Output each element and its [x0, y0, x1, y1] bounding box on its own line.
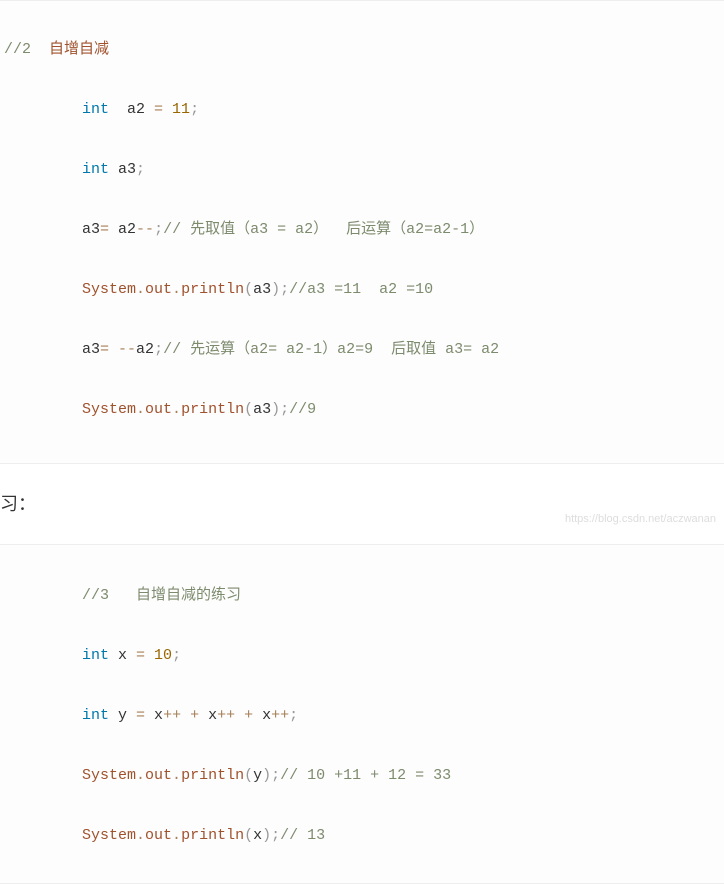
comment: // 13 — [280, 827, 325, 844]
op-decrement: -- — [136, 221, 154, 238]
var-a2: a2 — [136, 341, 154, 358]
dot: . — [172, 281, 181, 298]
rparen: ) — [262, 767, 271, 784]
semicolon: ; — [280, 281, 289, 298]
lparen: ( — [244, 767, 253, 784]
var-x: x — [262, 707, 271, 724]
comment: //2 — [4, 41, 31, 58]
lparen: ( — [244, 401, 253, 418]
keyword-int: int — [82, 101, 109, 118]
code-block-2: //3 自增自减的练习 int x = 10; int y = x++ + x+… — [0, 544, 724, 884]
class-system: System — [82, 767, 136, 784]
comment: // 10 +11 + 12 = 33 — [280, 767, 451, 784]
op-increment: ++ — [271, 707, 289, 724]
var-x: x — [109, 647, 136, 664]
var-a2: a2 — [118, 221, 136, 238]
comment: // 先取值（a3 = a2） 后运算（a2=a2-1） — [163, 221, 484, 238]
semicolon: ; — [172, 647, 181, 664]
comment: // 先运算（a2= a2-1）a2=9 后取值 a3= a2 — [163, 341, 499, 358]
keyword-int: int — [82, 161, 109, 178]
rparen: ) — [271, 401, 280, 418]
op-assign: = — [100, 341, 118, 358]
dot: . — [172, 767, 181, 784]
var-x: x — [208, 707, 217, 724]
semicolon: ; — [280, 401, 289, 418]
keyword-int: int — [82, 707, 109, 724]
var-a3: a3 — [82, 341, 100, 358]
field-out: out — [145, 401, 172, 418]
dot: . — [172, 827, 181, 844]
dot: . — [136, 827, 145, 844]
arg-y: y — [253, 767, 262, 784]
dot: . — [136, 281, 145, 298]
comment-text: 自增自减 — [31, 41, 109, 58]
rparen: ) — [271, 281, 280, 298]
class-system: System — [82, 827, 136, 844]
field-out: out — [145, 281, 172, 298]
num-11: 11 — [163, 101, 190, 118]
semicolon: ; — [271, 827, 280, 844]
var-a2: a2 — [109, 101, 154, 118]
comment: //9 — [289, 401, 316, 418]
var-x: x — [145, 707, 163, 724]
code-block-1: //2 自增自减 int a2 = 11; int a3; a3= a2--;/… — [0, 0, 724, 464]
num-10: 10 — [145, 647, 172, 664]
method-println: println — [181, 767, 244, 784]
comment: //a3 =11 a2 =10 — [289, 281, 433, 298]
method-println: println — [181, 281, 244, 298]
op-inc-plus: ++ + — [217, 707, 262, 724]
rparen: ) — [262, 827, 271, 844]
lparen: ( — [244, 281, 253, 298]
op-decrement: -- — [118, 341, 136, 358]
semicolon: ; — [190, 101, 199, 118]
comment: //3 自增自减的练习 — [82, 587, 241, 604]
op-inc-plus: ++ + — [163, 707, 208, 724]
var-y: y — [109, 707, 136, 724]
arg-x: x — [253, 827, 262, 844]
semicolon: ; — [154, 221, 163, 238]
arg-a3: a3 — [253, 401, 271, 418]
semicolon: ; — [136, 161, 145, 178]
dot: . — [136, 767, 145, 784]
method-println: println — [181, 827, 244, 844]
dot: . — [136, 401, 145, 418]
semicolon: ; — [289, 707, 298, 724]
section-label: 习： — [0, 464, 724, 544]
op-assign: = — [154, 101, 163, 118]
dot: . — [172, 401, 181, 418]
op-assign: = — [136, 647, 145, 664]
var-a3: a3 — [82, 221, 100, 238]
keyword-int: int — [82, 647, 109, 664]
class-system: System — [82, 401, 136, 418]
semicolon: ; — [154, 341, 163, 358]
lparen: ( — [244, 827, 253, 844]
class-system: System — [82, 281, 136, 298]
watermark: https://blog.csdn.net/aczwanan — [565, 508, 716, 530]
arg-a3: a3 — [253, 281, 271, 298]
method-println: println — [181, 401, 244, 418]
field-out: out — [145, 767, 172, 784]
op-assign: = — [100, 221, 118, 238]
field-out: out — [145, 827, 172, 844]
op-assign: = — [136, 707, 145, 724]
var-a3: a3 — [109, 161, 136, 178]
semicolon: ; — [271, 767, 280, 784]
